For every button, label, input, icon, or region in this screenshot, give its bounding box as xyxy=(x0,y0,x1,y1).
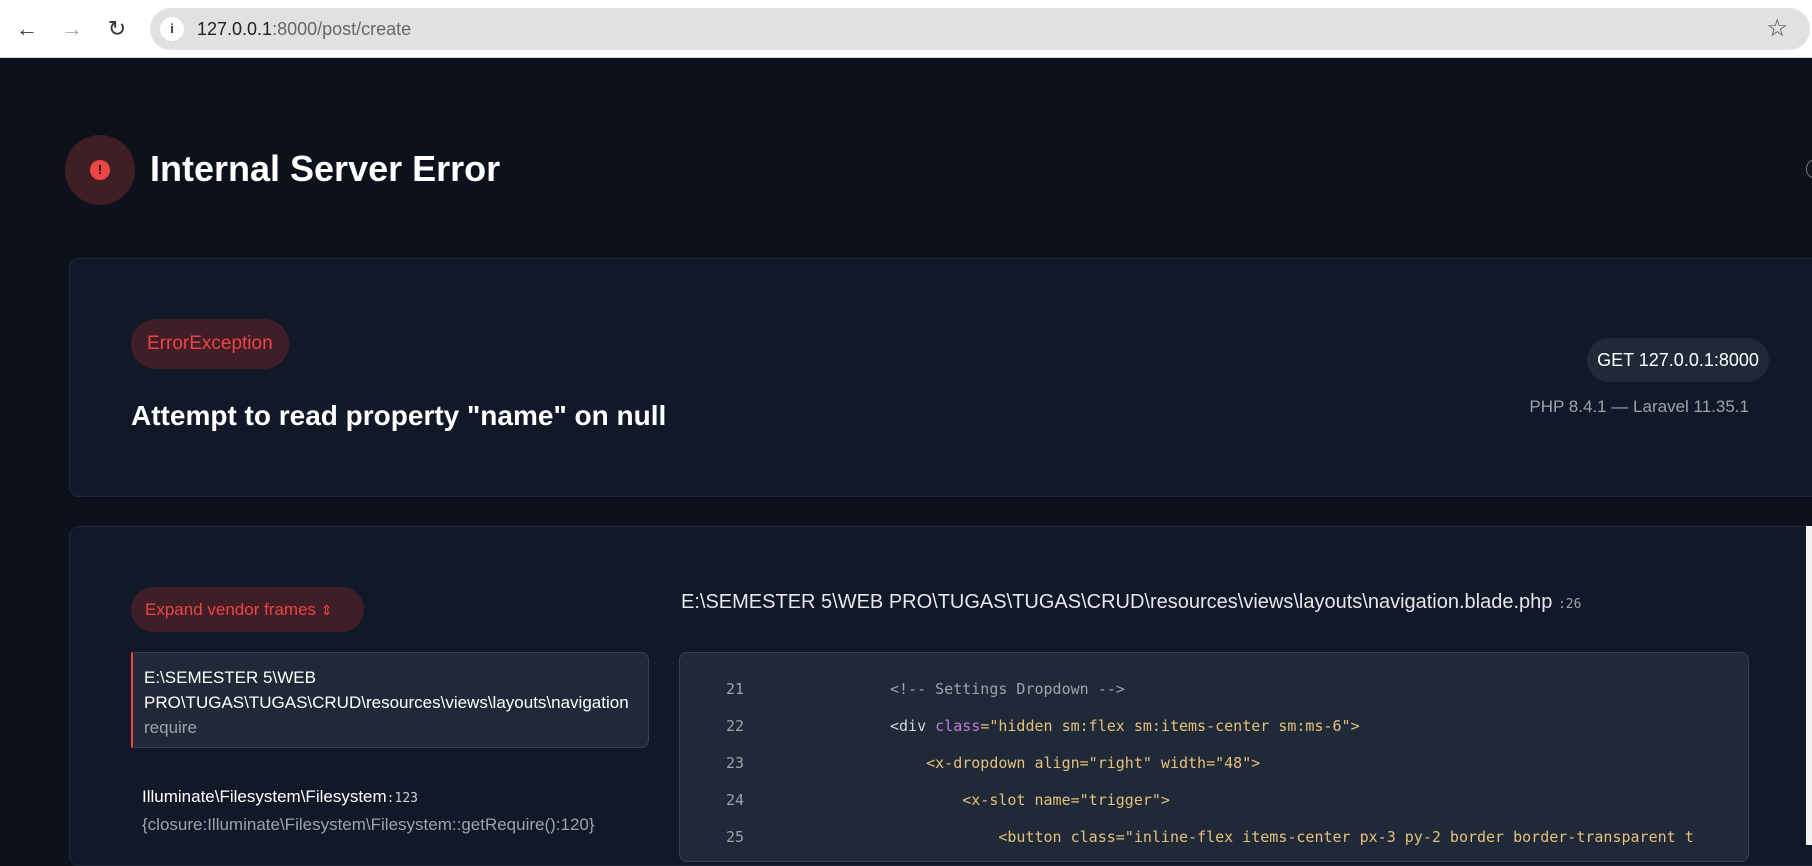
page-title: Internal Server Error xyxy=(150,148,501,189)
frame-file: E:\SEMESTER 5\WEB xyxy=(144,668,316,687)
stack-frame[interactable]: Illuminate\Filesystem\Filesystem:123 {cl… xyxy=(142,784,595,838)
site-info-icon[interactable]: i xyxy=(160,17,184,41)
forward-icon[interactable]: → xyxy=(57,14,87,44)
url-host: 127.0.0.1 xyxy=(197,19,273,39)
file-path: E:\SEMESTER 5\WEB PRO\TUGAS\TUGAS\CRUD\r… xyxy=(681,591,1553,613)
frame-class: Illuminate\Filesystem\Filesystem xyxy=(142,787,387,806)
bookmark-star-icon[interactable]: ☆ xyxy=(1766,14,1788,43)
theme-toggle-icon[interactable] xyxy=(1806,160,1812,178)
exception-card xyxy=(69,258,1812,497)
frame-line: :123 xyxy=(386,791,418,806)
error-icon: ! xyxy=(65,135,135,205)
chevron-up-down-icon: ⇕ xyxy=(320,602,333,618)
address-bar[interactable]: i 127.0.0.1:8000/post/create ☆ xyxy=(150,8,1810,50)
scrollbar[interactable] xyxy=(1806,526,1812,845)
reload-icon[interactable]: ↻ xyxy=(102,14,132,44)
frame-file-cont: PRO\TUGAS\TUGAS\CRUD\resources\views\lay… xyxy=(144,693,629,712)
exception-message: Attempt to read property "name" on null xyxy=(131,400,667,431)
request-badge: GET 127.0.0.1:8000 xyxy=(1587,338,1769,382)
code-snippet: 21 <!-- Settings Dropdown --> 22 <div clas… xyxy=(679,652,1749,862)
frame-function: {closure:Illuminate\Filesystem\Filesyste… xyxy=(142,815,595,834)
expand-label: Expand vendor frames xyxy=(145,600,317,619)
back-icon[interactable]: ← xyxy=(12,14,42,44)
url-path: :8000/post/create xyxy=(272,19,412,39)
browser-toolbar: ← → ↻ i 127.0.0.1:8000/post/create ☆ xyxy=(0,0,1812,58)
expand-vendor-frames-button[interactable]: Expand vendor frames ⇕ xyxy=(131,587,364,632)
frame-function: require xyxy=(144,718,197,737)
exception-type-badge: ErrorException xyxy=(131,319,289,369)
code-file-path: E:\SEMESTER 5\WEB PRO\TUGAS\TUGAS\CRUD\r… xyxy=(681,591,1581,614)
file-line: :26 xyxy=(1557,597,1582,612)
version-info: PHP 8.4.1 — Laravel 11.35.1 xyxy=(1529,397,1749,416)
stack-frame-active[interactable]: E:\SEMESTER 5\WEB PRO\TUGAS\TUGAS\CRUD\r… xyxy=(131,652,649,748)
url-text[interactable]: 127.0.0.1:8000/post/create xyxy=(197,19,411,40)
